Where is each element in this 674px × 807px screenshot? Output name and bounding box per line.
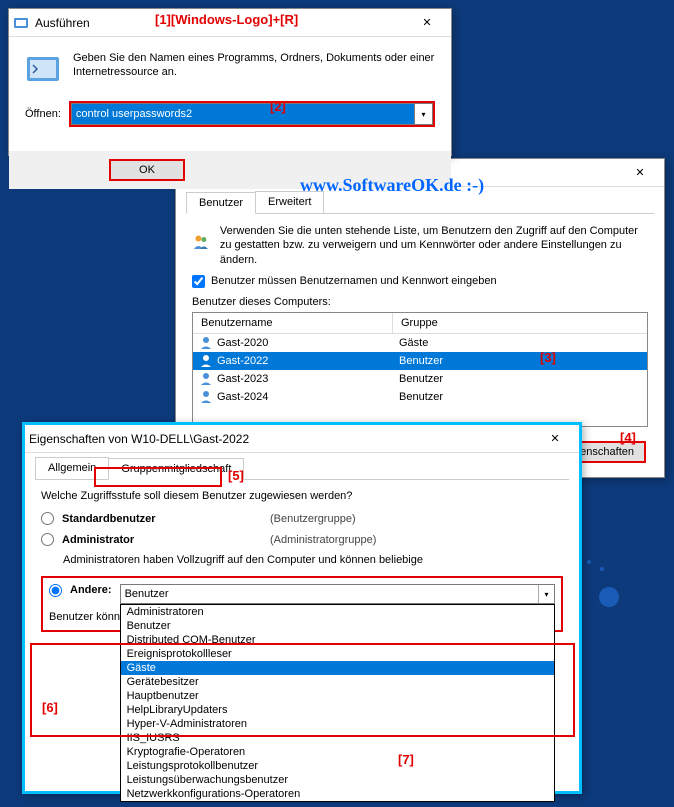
user-name: Gast-2023: [217, 373, 268, 385]
dropdown-item[interactable]: Benutzer: [121, 619, 554, 633]
annotation-6: [6]: [42, 700, 58, 715]
run-open-label: Öffnen:: [25, 108, 61, 120]
annotation-3: [3]: [540, 350, 556, 365]
close-button[interactable]: ✕: [620, 161, 660, 185]
users-list[interactable]: Benutzername Gruppe Gast-2020GästeGast-2…: [192, 312, 648, 427]
props-title: Eigenschaften von W10-DELL\Gast-2022: [29, 432, 535, 446]
radio-admin-label: Administrator: [62, 534, 262, 546]
user-icon: [199, 390, 213, 404]
dropdown-item[interactable]: Hyper-V-Administratoren: [121, 717, 554, 731]
annotation-1: [1][Windows-Logo]+[R]: [155, 12, 298, 27]
dropdown-item[interactable]: Hauptbenutzer: [121, 689, 554, 703]
users-large-icon: [192, 224, 210, 260]
dropdown-item[interactable]: Leistungsprotokollbenutzer: [121, 759, 554, 773]
users-list-label: Benutzer dieses Computers:: [192, 296, 648, 308]
access-question: Welche Zugriffsstufe soll diesem Benutze…: [41, 490, 563, 502]
run-input[interactable]: [71, 103, 415, 125]
radio-other[interactable]: [49, 584, 62, 597]
annotation-2: [2]: [270, 99, 286, 114]
annotation-4: [4]: [620, 430, 636, 445]
user-group: Benutzer: [399, 373, 641, 385]
run-dropdown-arrow[interactable]: ▾: [415, 103, 433, 125]
radio-standard-desc: (Benutzergruppe): [270, 513, 356, 525]
run-icon: [13, 15, 29, 31]
ok-button[interactable]: OK: [109, 159, 185, 181]
dropdown-item[interactable]: HelpLibraryUpdaters: [121, 703, 554, 717]
table-row[interactable]: Gast-2024 Benutzer: [193, 388, 647, 406]
dropdown-item[interactable]: Gerätebesitzer: [121, 675, 554, 689]
dropdown-item[interactable]: Gäste: [121, 661, 554, 675]
user-name: Gast-2024: [217, 391, 268, 403]
radio-admin-desc: (Administratorgruppe): [270, 534, 376, 546]
table-row[interactable]: Gast-2023 Benutzer: [193, 370, 647, 388]
tab-general[interactable]: Allgemein: [35, 457, 109, 479]
require-password-checkbox[interactable]: Benutzer müssen Benutzernamen und Kennwo…: [192, 275, 648, 288]
admin-note: Administratoren haben Vollzugriff auf de…: [63, 554, 563, 566]
user-icon: [199, 372, 213, 386]
col-group[interactable]: Gruppe: [393, 313, 647, 333]
dropdown-item[interactable]: Ereignisprotokollleser: [121, 647, 554, 661]
user-group: Benutzer: [399, 391, 641, 403]
annotation-5: [5]: [228, 468, 244, 483]
user-name: Gast-2022: [217, 355, 268, 367]
tab-membership[interactable]: Gruppenmitgliedschaft: [108, 458, 244, 480]
checkbox-label: Benutzer müssen Benutzernamen und Kennwo…: [211, 275, 497, 287]
run-program-icon: [25, 51, 61, 87]
radio-other-label: Andere:: [70, 584, 112, 596]
props-titlebar: Eigenschaften von W10-DELL\Gast-2022 ✕: [25, 425, 579, 453]
annotation-7: [7]: [398, 752, 414, 767]
table-row[interactable]: Gast-2020 Gäste: [193, 334, 647, 352]
list-header: Benutzername Gruppe: [193, 313, 647, 334]
dropdown-selected: Benutzer: [121, 588, 538, 600]
user-icon: [199, 336, 213, 350]
dropdown-item[interactable]: IIS_IUSRS: [121, 731, 554, 745]
group-dropdown[interactable]: Benutzer ▾: [120, 584, 555, 604]
close-button[interactable]: ✕: [535, 427, 575, 451]
group-dropdown-list[interactable]: AdministratorenBenutzerDistributed COM-B…: [120, 604, 555, 802]
dropdown-item[interactable]: Netzwerkkonfigurations-Operatoren: [121, 787, 554, 801]
close-button[interactable]: ✕: [407, 11, 447, 35]
dropdown-item[interactable]: Distributed COM-Benutzer: [121, 633, 554, 647]
table-row[interactable]: Gast-2022 Benutzer: [193, 352, 647, 370]
website-link: www.SoftwareOK.de :-): [300, 175, 484, 196]
user-icon: [199, 354, 213, 368]
user-group: Gäste: [399, 337, 641, 349]
radio-admin[interactable]: [41, 533, 54, 546]
run-dialog: Ausführen ✕ Geben Sie den Namen eines Pr…: [8, 8, 452, 156]
tab-users[interactable]: Benutzer: [186, 192, 256, 214]
dropdown-item[interactable]: Administratoren: [121, 605, 554, 619]
user-name: Gast-2020: [217, 337, 268, 349]
col-username[interactable]: Benutzername: [193, 313, 393, 333]
chevron-down-icon[interactable]: ▾: [538, 585, 554, 603]
dropdown-item[interactable]: Kryptografie-Operatoren: [121, 745, 554, 759]
dropdown-item[interactable]: Leistungsüberwachungsbenutzer: [121, 773, 554, 787]
run-description: Geben Sie den Namen eines Programms, Ord…: [73, 51, 435, 87]
ua-intro-text: Verwenden Sie die unten stehende Liste, …: [220, 224, 648, 267]
user-group: Benutzer: [399, 355, 641, 367]
radio-standard[interactable]: [41, 512, 54, 525]
radio-standard-label: Standardbenutzer: [62, 513, 262, 525]
checkbox-input[interactable]: [192, 275, 205, 288]
properties-window: Eigenschaften von W10-DELL\Gast-2022 ✕ A…: [22, 422, 582, 794]
